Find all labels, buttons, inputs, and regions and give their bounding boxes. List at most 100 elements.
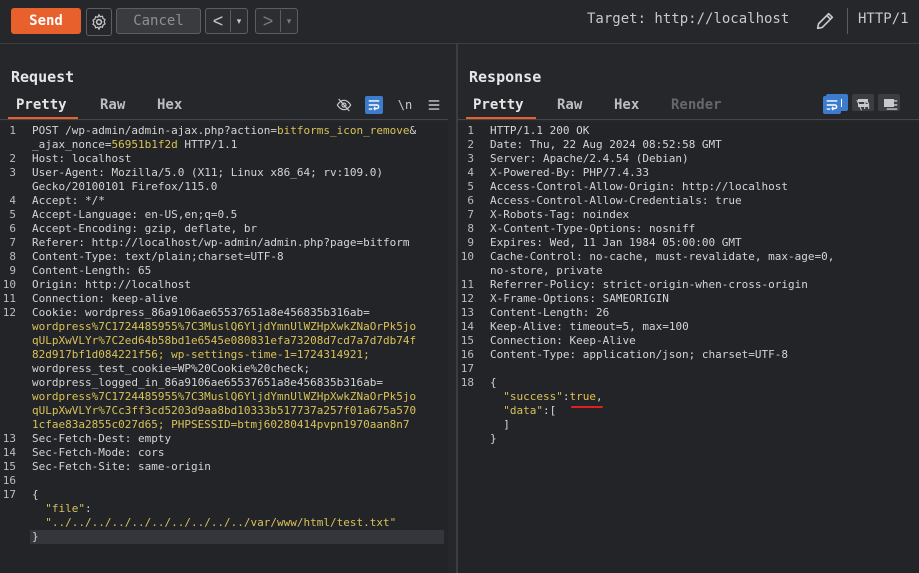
line-number: 10 bbox=[2, 278, 16, 291]
code-line[interactable]: Cookie: wordpress_86a9106ae65537651a8e45… bbox=[32, 306, 370, 320]
code-line[interactable]: Referrer-Policy: strict-origin-when-cros… bbox=[490, 278, 808, 292]
code-line[interactable]: X-Robots-Tag: noindex bbox=[490, 208, 629, 222]
back-button-group[interactable]: < ▾ bbox=[205, 8, 248, 34]
code-line[interactable]: { bbox=[490, 376, 497, 390]
line-number: 14 bbox=[460, 320, 474, 333]
code-line[interactable]: qULpXwVLYr%7C2ed64b58bd1e6545e080831efa7… bbox=[32, 334, 416, 348]
request-tab-pretty[interactable]: Pretty bbox=[16, 97, 67, 117]
code-line[interactable]: no-store, private bbox=[490, 264, 603, 278]
code-line[interactable]: Gecko/20100101 Firefox/115.0 bbox=[32, 180, 217, 194]
request-editor[interactable]: 1 2 3 4 5 6 7 8 9 10 11 12 13 14 15 16 17 POST /wp-admin… bbox=[0, 122, 448, 573]
edit-target-button[interactable] bbox=[814, 10, 836, 37]
code-line[interactable]: Accept: */* bbox=[32, 194, 105, 208]
forward-button[interactable]: > bbox=[256, 10, 280, 32]
code-line[interactable]: POST /wp-admin/admin-ajax.php?action=bit… bbox=[32, 124, 416, 138]
protocol-label[interactable]: HTTP/1 bbox=[858, 11, 909, 27]
line-number: 10 bbox=[460, 250, 474, 263]
code-line[interactable]: "data":[ bbox=[490, 404, 556, 418]
code-line[interactable]: Date: Thu, 22 Aug 2024 08:52:58 GMT bbox=[490, 138, 722, 152]
back-history-dropdown[interactable]: ▾ bbox=[230, 10, 247, 32]
code-line[interactable]: } bbox=[32, 530, 39, 544]
wrap-lines-icon bbox=[368, 100, 380, 111]
code-line[interactable]: wordpress%7C1724485955%7C3MuslQ6YljdYmnU… bbox=[32, 320, 416, 334]
response-tab-render[interactable]: Render bbox=[671, 97, 722, 117]
code-line[interactable]: "../../../../../../../../../../var/www/h… bbox=[32, 516, 396, 530]
code-line[interactable]: Connection: Keep-Alive bbox=[490, 334, 636, 348]
hide-nonprintable-button[interactable] bbox=[335, 96, 353, 114]
line-number: 7 bbox=[9, 236, 16, 249]
code-line[interactable]: Content-Type: text/plain;charset=UTF-8 bbox=[32, 250, 284, 264]
code-line[interactable]: Keep-Alive: timeout=5, max=100 bbox=[490, 320, 689, 334]
code-line[interactable]: Accept-Language: en-US,en;q=0.5 bbox=[32, 208, 237, 222]
code-line[interactable]: qULpXwVLYr%7Cc3ff3cd5203d9aa8bd10333b517… bbox=[32, 404, 416, 418]
toolbar-divider bbox=[847, 8, 848, 34]
code-line[interactable]: Expires: Wed, 11 Jan 1984 05:00:00 GMT bbox=[490, 236, 742, 250]
code-line[interactable]: wordpress_test_cookie=WP%20Cookie%20chec… bbox=[32, 362, 310, 376]
request-menu-button[interactable] bbox=[425, 96, 443, 114]
response-tab-hex[interactable]: Hex bbox=[614, 97, 639, 117]
request-tab-raw[interactable]: Raw bbox=[100, 97, 125, 117]
code-line[interactable]: Referer: http://localhost/wp-admin/admin… bbox=[32, 236, 410, 250]
response-menu-button[interactable] bbox=[883, 96, 901, 114]
code-line[interactable]: Origin: http://localhost bbox=[32, 278, 191, 292]
forward-history-dropdown[interactable]: ▾ bbox=[280, 10, 297, 32]
code-line[interactable]: X-Content-Type-Options: nosniff bbox=[490, 222, 695, 236]
code-line[interactable]: Accept-Encoding: gzip, deflate, br bbox=[32, 222, 257, 236]
line-number: 1 bbox=[9, 124, 16, 137]
cancel-button[interactable]: Cancel bbox=[116, 8, 201, 34]
code-line[interactable]: Content-Length: 26 bbox=[490, 306, 609, 320]
code-line[interactable]: Access-Control-Allow-Credentials: true bbox=[490, 194, 742, 208]
code-line[interactable]: Sec-Fetch-Site: same-origin bbox=[32, 460, 211, 474]
line-number: 11 bbox=[460, 278, 474, 291]
response-tab-pretty[interactable]: Pretty bbox=[473, 97, 524, 117]
settings-button[interactable] bbox=[86, 8, 112, 36]
eye-slash-icon bbox=[336, 98, 352, 112]
code-line[interactable]: HTTP/1.1 200 OK bbox=[490, 124, 589, 138]
line-number: 18 bbox=[460, 376, 474, 389]
code-line[interactable]: 82d917bf1d084221f56; wp-settings-time-1=… bbox=[32, 348, 370, 362]
line-number: 15 bbox=[2, 460, 16, 473]
code-line[interactable]: Sec-Fetch-Mode: cors bbox=[32, 446, 164, 460]
code-line[interactable]: _ajax_nonce=56951b1f2d HTTP/1.1 bbox=[32, 138, 237, 152]
code-line[interactable]: wordpress_logged_in_86a9106ae65537651a8e… bbox=[32, 376, 383, 390]
code-line[interactable]: "success":true, bbox=[490, 390, 602, 404]
code-line[interactable]: Connection: keep-alive bbox=[32, 292, 178, 306]
target-label: Target: http://localhost bbox=[587, 11, 790, 27]
code-line[interactable]: { bbox=[32, 488, 39, 502]
code-line[interactable]: X-Frame-Options: SAMEORIGIN bbox=[490, 292, 669, 306]
code-line[interactable]: "file": bbox=[32, 502, 91, 516]
line-number: 13 bbox=[2, 432, 16, 445]
code-line[interactable]: Cache-Control: no-cache, must-revalidate… bbox=[490, 250, 834, 264]
line-number: 4 bbox=[467, 166, 474, 179]
code-line[interactable]: ] bbox=[490, 418, 510, 432]
response-tab-raw[interactable]: Raw bbox=[557, 97, 582, 117]
line-number: 9 bbox=[9, 264, 16, 277]
main-toolbar: Send Cancel < ▾ > ▾ Target: http://local… bbox=[0, 0, 919, 44]
response-show-newlines-button[interactable]: \n bbox=[854, 96, 872, 114]
send-button[interactable]: Send bbox=[11, 8, 81, 34]
code-line[interactable]: Host: localhost bbox=[32, 152, 131, 166]
code-line[interactable]: } bbox=[490, 432, 497, 446]
request-tab-hex[interactable]: Hex bbox=[157, 97, 182, 117]
code-line[interactable]: Content-Length: 65 bbox=[32, 264, 151, 278]
line-number: 14 bbox=[2, 446, 16, 459]
word-wrap-button[interactable] bbox=[365, 96, 383, 114]
code-line[interactable]: wordpress%7C1724485955%7C3MuslQ6YljdYmnU… bbox=[32, 390, 416, 404]
code-line[interactable]: Sec-Fetch-Dest: empty bbox=[32, 432, 171, 446]
response-editor[interactable]: 1 2 3 4 5 6 7 8 9 10 11 12 13 14 15 16 17 18 HTTP/1.1 200… bbox=[458, 122, 919, 573]
code-line[interactable]: User-Agent: Mozilla/5.0 (X11; Linux x86_… bbox=[32, 166, 383, 180]
line-number: 12 bbox=[460, 292, 474, 305]
line-number: 6 bbox=[9, 222, 16, 235]
response-word-wrap-button[interactable] bbox=[823, 96, 841, 114]
line-number: 17 bbox=[460, 362, 474, 375]
code-line[interactable]: X-Powered-By: PHP/7.4.33 bbox=[490, 166, 649, 180]
show-newlines-button[interactable]: \n bbox=[396, 96, 414, 114]
back-button[interactable]: < bbox=[206, 10, 230, 32]
code-line[interactable]: Content-Type: application/json; charset=… bbox=[490, 348, 788, 362]
forward-button-group[interactable]: > ▾ bbox=[255, 8, 298, 34]
code-line[interactable]: Access-Control-Allow-Origin: http://loca… bbox=[490, 180, 788, 194]
line-number: 8 bbox=[467, 222, 474, 235]
line-number: 8 bbox=[9, 250, 16, 263]
code-line[interactable]: 1cfae83a2855c027d65; PHPSESSID=btmj60280… bbox=[32, 418, 410, 432]
code-line[interactable]: Server: Apache/2.4.54 (Debian) bbox=[490, 152, 689, 166]
